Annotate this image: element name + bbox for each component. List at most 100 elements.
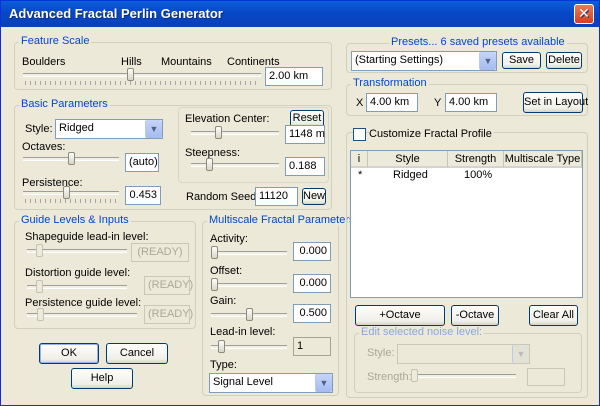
noise-strength-input[interactable] bbox=[527, 368, 565, 386]
transformation-title: Transformation bbox=[351, 77, 429, 89]
remove-octave-button[interactable]: -Octave bbox=[451, 305, 499, 326]
leadin-input[interactable]: 1 bbox=[293, 337, 331, 356]
new-seed-button[interactable]: New bbox=[302, 188, 326, 205]
window-title: Advanced Fractal Perlin Generator bbox=[9, 6, 223, 21]
cancel-button[interactable]: Cancel bbox=[106, 343, 168, 364]
feature-scale-input[interactable]: 2.00 km bbox=[265, 67, 323, 86]
elevation-center-label: Elevation Center: bbox=[185, 113, 270, 125]
activity-input[interactable]: 0.000 bbox=[293, 242, 331, 261]
table-row[interactable]: * Ridged 100% bbox=[351, 168, 582, 184]
elevation-slider[interactable] bbox=[215, 126, 223, 139]
presets-select-value: (Starting Settings) bbox=[355, 54, 444, 66]
octave-list[interactable]: i Style Strength Multiscale Type * Ridge… bbox=[350, 150, 583, 298]
octaves-input[interactable]: (auto) bbox=[125, 153, 159, 172]
close-icon[interactable]: ✕ bbox=[574, 4, 594, 24]
guide-levels-title: Guide Levels & Inputs bbox=[19, 214, 131, 226]
feature-scale-ticks bbox=[25, 81, 259, 85]
steepness-track bbox=[191, 163, 279, 167]
presets-select[interactable]: (Starting Settings) ▼ bbox=[351, 51, 497, 71]
customize-profile-label: Customize Fractal Profile bbox=[369, 128, 494, 140]
title-bar[interactable]: Advanced Fractal Perlin Generator ✕ bbox=[1, 1, 599, 27]
octaves-slider[interactable] bbox=[67, 152, 75, 165]
basic-parameters-title: Basic Parameters bbox=[19, 98, 110, 110]
y-label: Y bbox=[434, 97, 442, 109]
save-preset-button[interactable]: Save bbox=[502, 52, 541, 69]
y-offset-input[interactable]: 4.00 km bbox=[445, 93, 497, 112]
offset-input[interactable]: 0.000 bbox=[293, 274, 331, 293]
scale-label-boulders: Boulders bbox=[22, 56, 66, 68]
column-header-style[interactable]: Style bbox=[368, 151, 448, 168]
octaves-label: Octaves: bbox=[22, 141, 66, 153]
activity-track bbox=[211, 251, 287, 255]
random-seed-input[interactable]: 11120 bbox=[255, 187, 298, 206]
persistence-label: Persistence: bbox=[22, 177, 83, 189]
steepness-slider[interactable] bbox=[206, 158, 214, 171]
steepness-label: Steepness: bbox=[185, 147, 241, 159]
column-header-index[interactable]: i bbox=[351, 151, 368, 168]
type-select[interactable]: Signal Level ▼ bbox=[209, 373, 333, 393]
persistence-guide-slider[interactable] bbox=[37, 308, 45, 321]
row-strength: 100% bbox=[464, 169, 493, 181]
help-button[interactable]: Help bbox=[71, 368, 133, 389]
chevron-down-icon[interactable]: ▼ bbox=[315, 374, 332, 392]
feature-scale-title: Feature Scale bbox=[19, 35, 92, 47]
ok-button[interactable]: OK bbox=[39, 343, 99, 364]
chevron-down-icon[interactable]: ▼ bbox=[512, 345, 529, 363]
noise-style-select[interactable]: ▼ bbox=[397, 344, 530, 364]
persistence-ticks bbox=[25, 199, 117, 203]
gain-slider[interactable] bbox=[245, 308, 253, 321]
chevron-down-icon[interactable]: ▼ bbox=[145, 120, 162, 138]
activity-slider[interactable] bbox=[211, 246, 218, 259]
scale-label-hills: Hills bbox=[121, 56, 142, 68]
shapeguide-value: (READY) bbox=[131, 243, 189, 262]
clear-all-button[interactable]: Clear All bbox=[529, 305, 578, 326]
offset-slider[interactable] bbox=[211, 278, 218, 291]
offset-label: Offset: bbox=[210, 265, 243, 277]
persistence-input[interactable]: 0.453 bbox=[125, 186, 161, 205]
presets-title: Presets... 6 saved presets available bbox=[389, 36, 567, 48]
steepness-input[interactable]: 0.188 bbox=[285, 157, 325, 176]
dialog-window: Advanced Fractal Perlin Generator ✕ Feat… bbox=[0, 0, 600, 406]
edit-noise-title: Edit selected noise level: bbox=[359, 326, 485, 338]
style-label: Style: bbox=[25, 123, 53, 135]
style-select[interactable]: Ridged ▼ bbox=[55, 119, 163, 139]
persistence-guide-value: (READY) bbox=[144, 305, 193, 324]
elevation-track bbox=[191, 131, 279, 135]
offset-track bbox=[211, 283, 287, 287]
noise-strength-slider[interactable] bbox=[411, 369, 418, 382]
feature-scale-slider[interactable] bbox=[126, 68, 134, 81]
style-select-value: Ridged bbox=[59, 122, 94, 134]
customize-profile-checkbox[interactable] bbox=[353, 128, 366, 141]
row-style: Ridged bbox=[393, 169, 428, 181]
x-label: X bbox=[356, 97, 364, 109]
activity-label: Activity: bbox=[210, 233, 248, 245]
persistence-track bbox=[23, 191, 119, 195]
chevron-down-icon[interactable]: ▼ bbox=[479, 52, 496, 70]
noise-style-label: Style: bbox=[367, 347, 395, 359]
type-label: Type: bbox=[210, 359, 237, 371]
type-select-value: Signal Level bbox=[213, 376, 273, 388]
random-seed-label: Random Seed: bbox=[186, 191, 260, 203]
distortion-guide-label: Distortion guide level: bbox=[25, 267, 131, 279]
add-octave-button[interactable]: +Octave bbox=[355, 305, 445, 326]
gain-label: Gain: bbox=[210, 295, 237, 307]
multiscale-title: Multiscale Fractal Parameters bbox=[207, 214, 357, 226]
scale-label-mountains: Mountains bbox=[161, 56, 212, 68]
delete-preset-button[interactable]: Delete bbox=[546, 52, 582, 69]
distortion-slider[interactable] bbox=[36, 280, 44, 293]
shapeguide-slider[interactable] bbox=[36, 244, 44, 257]
feature-scale-track bbox=[23, 73, 261, 77]
shapeguide-label: Shapeguide lead-in level: bbox=[25, 231, 149, 243]
persistence-slider[interactable] bbox=[63, 186, 71, 199]
set-in-layout-button[interactable]: Set in Layout bbox=[523, 92, 588, 113]
row-index: * bbox=[358, 169, 363, 181]
column-header-strength[interactable]: Strength bbox=[448, 151, 504, 168]
noise-strength-track bbox=[411, 374, 516, 378]
gain-input[interactable]: 0.500 bbox=[293, 304, 331, 323]
x-offset-input[interactable]: 4.00 km bbox=[366, 93, 418, 112]
leadin-slider[interactable] bbox=[217, 340, 225, 353]
distortion-value: (READY) bbox=[144, 276, 193, 295]
leadin-label: Lead-in level: bbox=[210, 326, 276, 338]
elevation-center-input[interactable]: 1148 m bbox=[285, 125, 325, 144]
column-header-multiscale-type[interactable]: Multiscale Type bbox=[504, 151, 582, 168]
